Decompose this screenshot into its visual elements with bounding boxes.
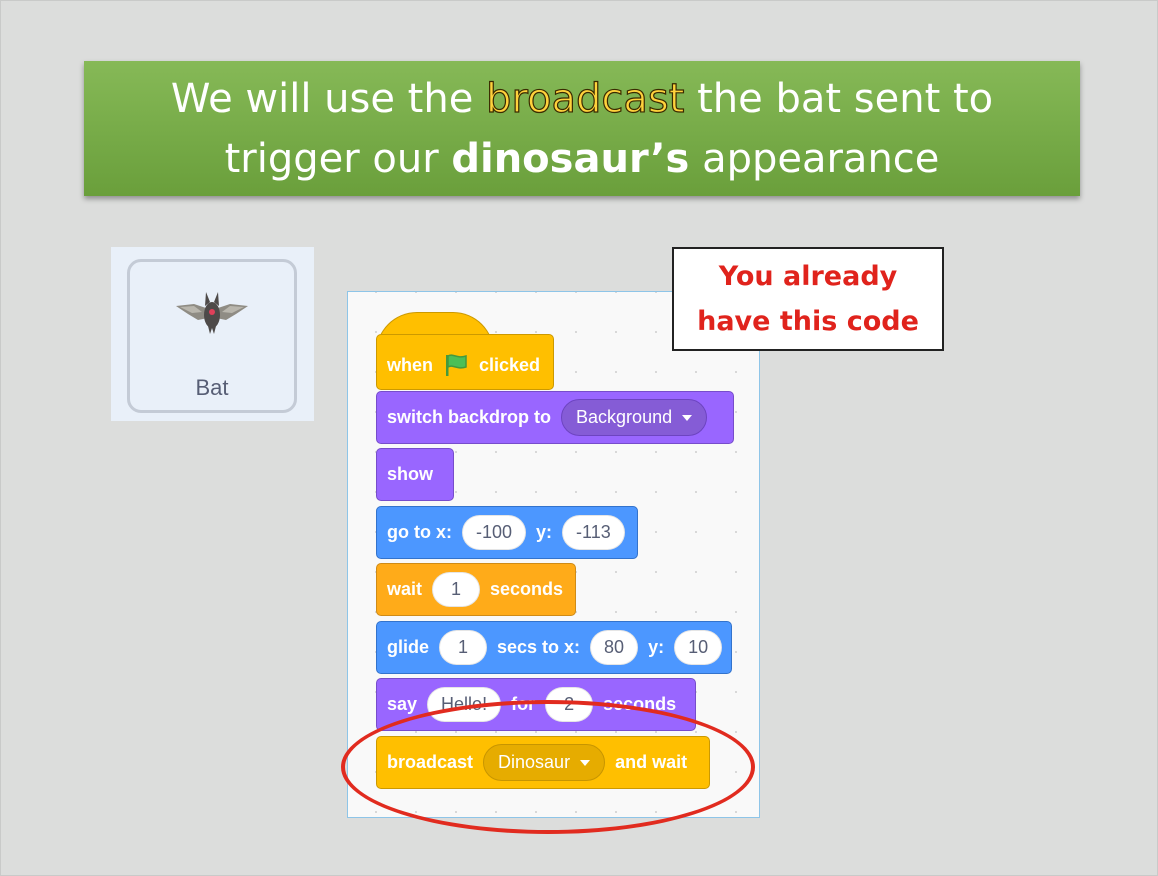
dropdown-arrow-icon bbox=[682, 414, 693, 421]
y-input[interactable]: -113 bbox=[562, 515, 625, 550]
sprite-tile-bat[interactable]: Bat bbox=[127, 259, 297, 413]
wait-seconds-input[interactable]: 1 bbox=[432, 572, 481, 607]
wait-block[interactable]: wait 1 seconds bbox=[376, 563, 576, 616]
bat-sprite-icon bbox=[176, 292, 248, 334]
block-text: go to x: bbox=[387, 522, 452, 542]
banner-text: the bat sent to bbox=[684, 75, 994, 122]
dropdown-value: Background bbox=[576, 407, 673, 427]
block-text: switch backdrop to bbox=[387, 407, 552, 427]
sprite-name: Bat bbox=[195, 375, 229, 400]
note-line-1: You already bbox=[718, 261, 898, 292]
go-to-xy-block[interactable]: go to x: -100 y: -113 bbox=[376, 506, 638, 559]
when-flag-clicked-block[interactable]: when clicked bbox=[376, 334, 554, 390]
glide-x-input[interactable]: 80 bbox=[590, 630, 639, 665]
banner-text: appearance bbox=[689, 135, 940, 182]
highlight-ellipse bbox=[341, 700, 755, 834]
x-input[interactable]: -100 bbox=[462, 515, 527, 550]
banner-bold-word: dinosaur’s bbox=[451, 135, 690, 182]
banner-line-2: trigger our dinosaur’s appearance bbox=[84, 129, 1080, 189]
callout-note: You already have this code bbox=[672, 247, 944, 351]
banner-text: We will use the bbox=[170, 75, 487, 122]
glide-secs-input[interactable]: 1 bbox=[439, 630, 488, 665]
block-text: seconds bbox=[490, 579, 564, 599]
green-flag-icon bbox=[446, 354, 467, 376]
glide-y-input[interactable]: 10 bbox=[674, 630, 723, 665]
banner-highlight-word: broadcast bbox=[485, 75, 685, 122]
block-text: y: bbox=[536, 522, 553, 542]
title-banner: We will use the broadcast the bat sent t… bbox=[84, 61, 1080, 196]
glide-block[interactable]: glide 1 secs to x: 80 y: 10 bbox=[376, 621, 732, 674]
show-block[interactable]: show bbox=[376, 448, 454, 501]
block-text: secs to x: bbox=[497, 637, 581, 657]
block-text: glide bbox=[387, 637, 430, 657]
note-line-2: have this code bbox=[697, 306, 919, 337]
switch-backdrop-block[interactable]: switch backdrop to Background bbox=[376, 391, 734, 444]
block-text: show bbox=[387, 464, 434, 484]
block-text: say bbox=[387, 694, 418, 714]
backdrop-dropdown[interactable]: Background bbox=[561, 399, 708, 436]
sprite-panel: Bat bbox=[111, 247, 314, 421]
block-text: clicked bbox=[479, 354, 541, 375]
block-text: wait bbox=[387, 579, 423, 599]
banner-line-1: We will use the broadcast the bat sent t… bbox=[84, 69, 1080, 129]
block-text: when bbox=[387, 354, 434, 375]
banner-text: trigger our bbox=[224, 135, 452, 182]
block-text: y: bbox=[648, 637, 665, 657]
